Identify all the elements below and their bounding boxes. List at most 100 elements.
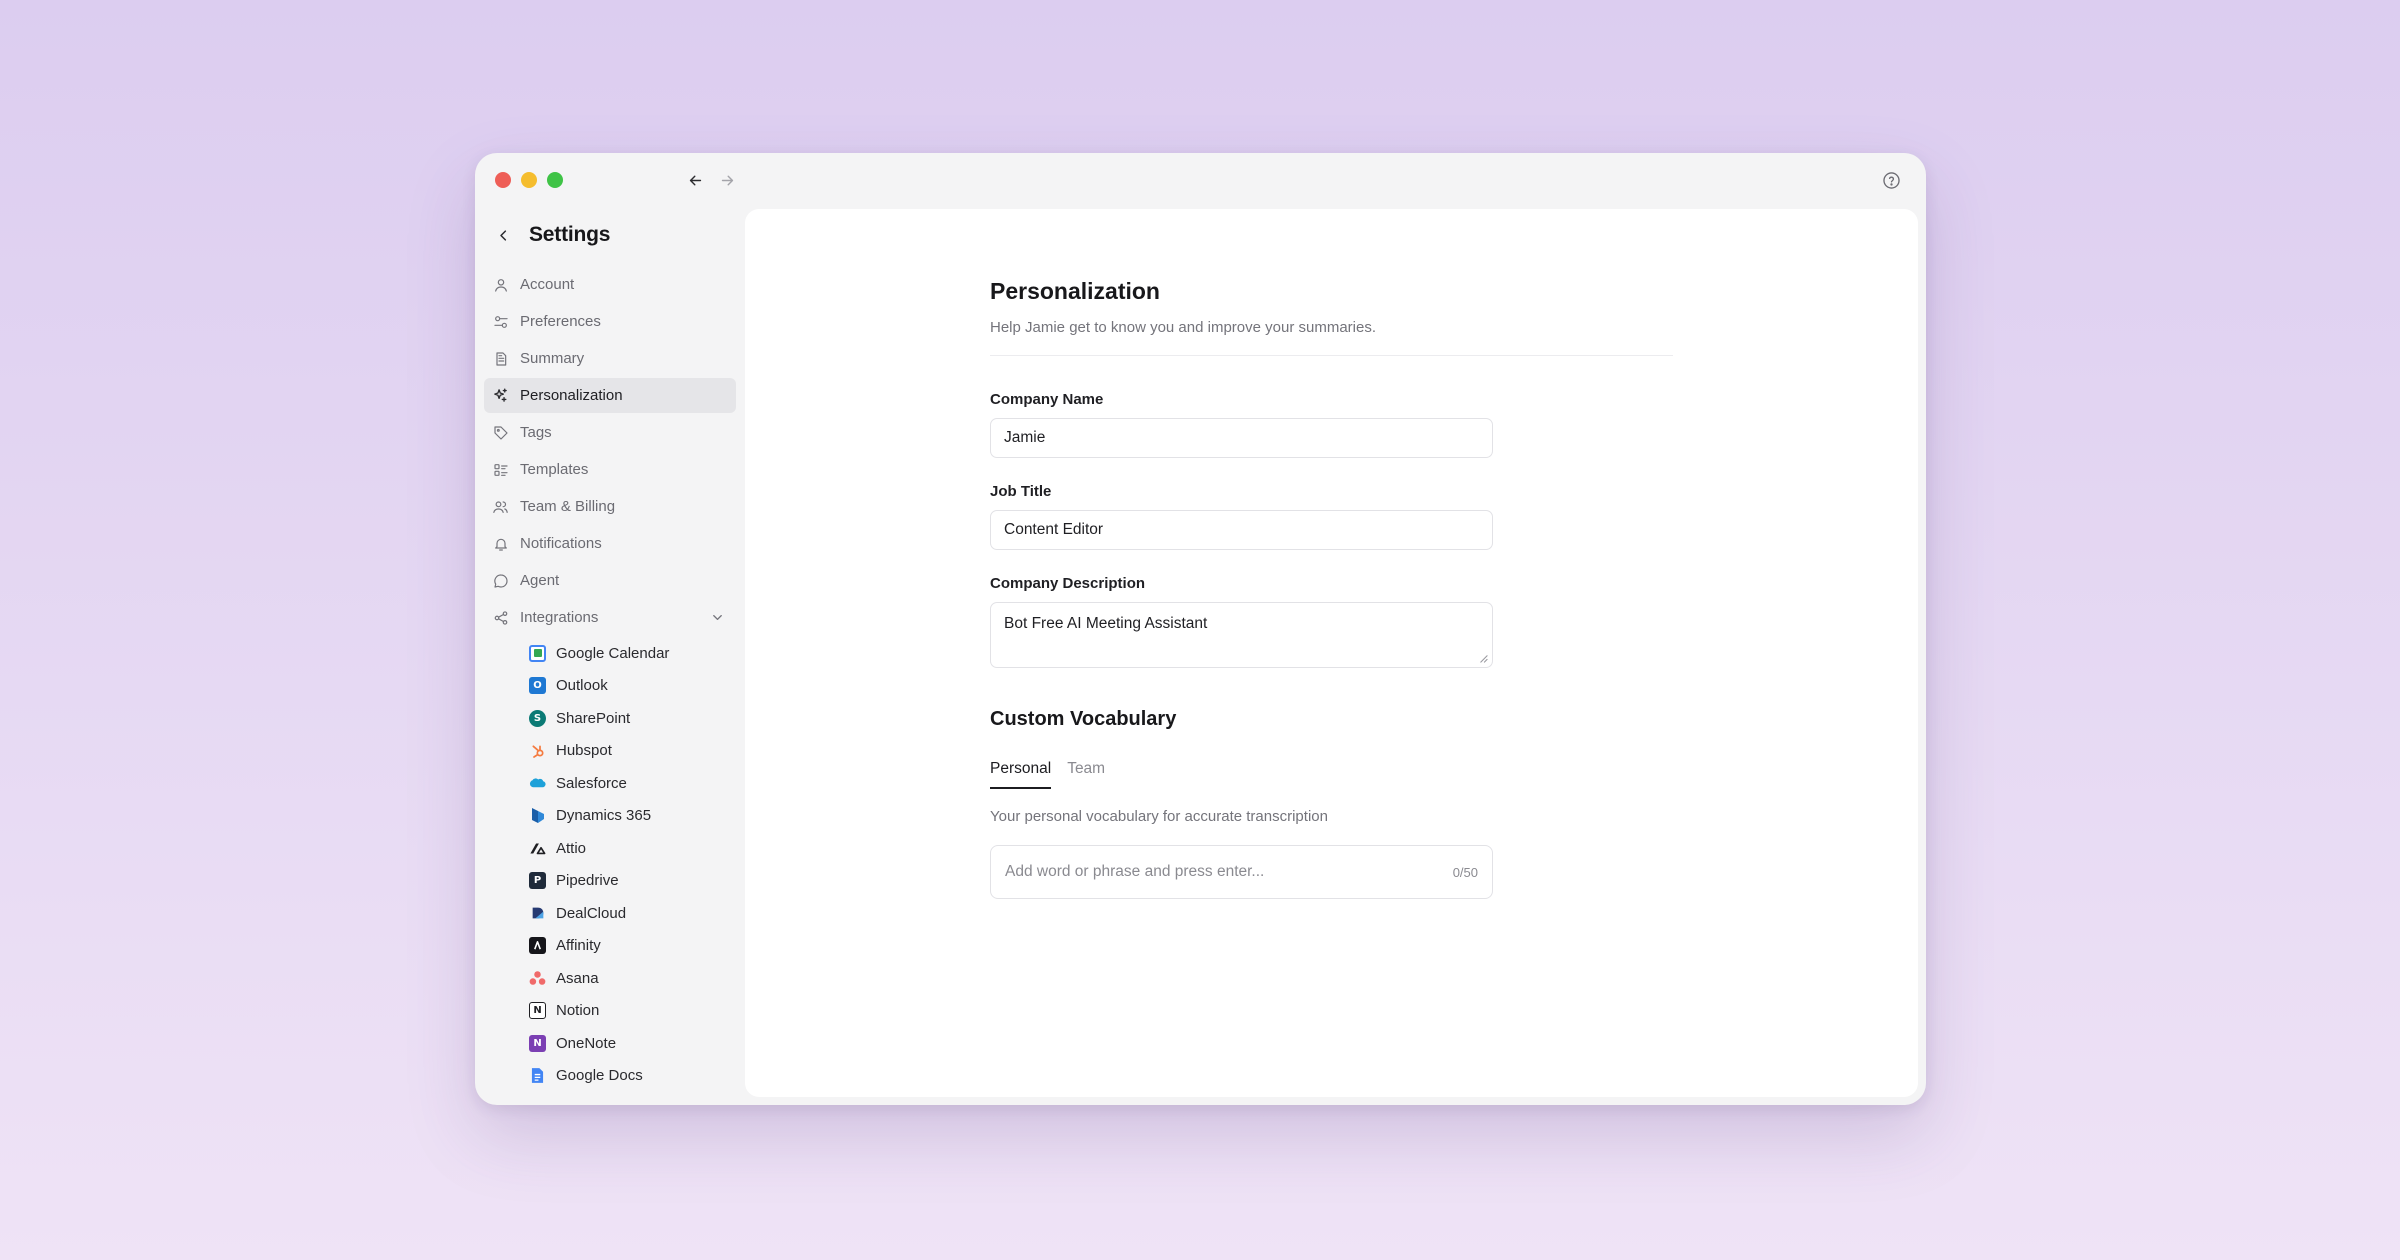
- integration-affinity[interactable]: Affinity: [529, 930, 736, 963]
- sparkles-icon: [492, 387, 509, 404]
- integrations-list: Google Calendar O Outlook S SharePoint H…: [484, 637, 736, 1092]
- arrow-right-icon: [721, 175, 733, 185]
- integration-dealcloud[interactable]: DealCloud: [529, 897, 736, 930]
- users-icon: [492, 498, 509, 515]
- company-description-textarea[interactable]: Bot Free AI Meeting Assistant: [990, 602, 1493, 668]
- vocabulary-description: Your personal vocabulary for accurate tr…: [990, 808, 1328, 825]
- job-title-group: Job Title Content Editor: [990, 483, 1673, 550]
- nav-item-label: Tags: [520, 424, 552, 441]
- integration-sharepoint[interactable]: S SharePoint: [529, 702, 736, 735]
- integration-asana[interactable]: Asana: [529, 962, 736, 995]
- integration-label: Dynamics 365: [556, 807, 652, 825]
- custom-vocabulary-title: Custom Vocabulary: [990, 708, 1177, 730]
- nav-item-agent[interactable]: Agent: [484, 563, 736, 598]
- document-icon: [492, 350, 509, 367]
- page-subtitle: Help Jamie get to know you and improve y…: [990, 319, 1377, 336]
- integration-label: Outlook: [556, 677, 608, 695]
- nav-item-label: Account: [520, 276, 575, 293]
- integration-label: Pipedrive: [556, 872, 619, 890]
- company-description-value: Bot Free AI Meeting Assistant: [1004, 615, 1208, 632]
- integration-label: SharePoint: [556, 709, 631, 727]
- vocabulary-count: 0/50: [1452, 864, 1478, 880]
- integration-label: Notion: [556, 1002, 600, 1020]
- google-docs-icon: [529, 1067, 546, 1084]
- arrow-left-icon: [689, 175, 701, 185]
- integration-salesforce[interactable]: Salesforce: [529, 767, 736, 800]
- integration-hubspot[interactable]: Hubspot: [529, 735, 736, 768]
- nav-item-label: Agent: [520, 572, 560, 589]
- settings-nav: Account Preferences Summary Personalizat…: [475, 267, 745, 1092]
- notion-icon: N: [529, 1002, 546, 1020]
- asana-icon: [529, 970, 546, 987]
- nav-item-summary[interactable]: Summary: [484, 341, 736, 376]
- integration-google-docs[interactable]: Google Docs: [529, 1060, 736, 1093]
- resize-grip-icon[interactable]: [1479, 654, 1488, 663]
- nav-item-label: Preferences: [520, 313, 601, 330]
- integration-outlook[interactable]: O Outlook: [529, 670, 736, 703]
- nav-item-preferences[interactable]: Preferences: [484, 304, 736, 339]
- maximize-window-button[interactable]: [547, 172, 563, 188]
- integration-label: Attio: [556, 839, 587, 857]
- integration-label: Salesforce: [556, 774, 627, 792]
- integration-google-calendar[interactable]: Google Calendar: [529, 637, 736, 670]
- integration-label: Google Calendar: [556, 644, 670, 662]
- nav-item-account[interactable]: Account: [484, 267, 736, 302]
- minimize-window-button[interactable]: [521, 172, 537, 188]
- help-button[interactable]: [1878, 167, 1904, 193]
- tab-personal[interactable]: Personal: [990, 760, 1052, 789]
- nav-item-notifications[interactable]: Notifications: [484, 526, 736, 561]
- job-title-input[interactable]: Content Editor: [990, 510, 1493, 550]
- settings-header: Settings: [475, 213, 745, 257]
- settings-sidebar: Settings Account Preferences Summary Per…: [475, 213, 745, 1105]
- integration-dynamics-365[interactable]: Dynamics 365: [529, 800, 736, 833]
- close-window-button[interactable]: [495, 172, 511, 188]
- nav-item-integrations[interactable]: Integrations: [484, 600, 736, 635]
- nav-item-personalization[interactable]: Personalization: [484, 378, 736, 413]
- integration-pipedrive[interactable]: P Pipedrive: [529, 865, 736, 898]
- settings-title: Settings: [529, 223, 611, 246]
- tag-icon: [492, 424, 509, 441]
- tab-team[interactable]: Team: [1067, 760, 1105, 789]
- page-title: Personalization: [990, 278, 1160, 304]
- nav-item-label: Integrations: [520, 609, 599, 626]
- integration-label: DealCloud: [556, 904, 627, 922]
- share-icon: [492, 609, 509, 626]
- sliders-icon: [492, 313, 509, 330]
- company-name-input[interactable]: Jamie: [990, 418, 1493, 458]
- vocabulary-tabs: Personal Team: [990, 760, 1673, 789]
- help-circle-icon: [1882, 171, 1900, 189]
- integration-onenote[interactable]: N OneNote: [529, 1027, 736, 1060]
- nav-item-label: Notifications: [520, 535, 602, 552]
- integration-label: Asana: [556, 969, 599, 987]
- nav-item-label: Summary: [520, 350, 585, 367]
- main-content: Personalization Help Jamie get to know y…: [745, 209, 1918, 1097]
- bell-icon: [492, 535, 509, 552]
- nav-item-team-billing[interactable]: Team & Billing: [484, 489, 736, 524]
- integration-label: OneNote: [556, 1034, 617, 1052]
- google-calendar-icon: [529, 644, 546, 662]
- dealcloud-icon: [529, 905, 546, 922]
- chat-bubble-icon: [492, 572, 509, 589]
- window-controls: [495, 172, 563, 188]
- section-divider: [990, 355, 1673, 356]
- history-back-button[interactable]: [681, 166, 709, 194]
- history-forward-button[interactable]: [713, 166, 741, 194]
- vocabulary-input[interactable]: Add word or phrase and press enter... 0/…: [990, 845, 1493, 899]
- settings-back-button[interactable]: [493, 225, 513, 245]
- integration-notion[interactable]: N Notion: [529, 995, 736, 1028]
- affinity-icon: [529, 937, 546, 955]
- dynamics-icon: [529, 807, 546, 824]
- nav-item-tags[interactable]: Tags: [484, 415, 736, 450]
- hubspot-icon: [529, 742, 546, 759]
- nav-item-label: Team & Billing: [520, 498, 616, 515]
- nav-item-label: Personalization: [520, 387, 623, 404]
- app-window: Settings Account Preferences Summary Per…: [475, 153, 1926, 1105]
- nav-item-templates[interactable]: Templates: [484, 452, 736, 487]
- chevron-down-icon[interactable]: [710, 610, 726, 626]
- chevron-left-icon: [499, 229, 506, 241]
- company-description-label: Company Description: [990, 575, 1146, 592]
- integration-attio[interactable]: Attio: [529, 832, 736, 865]
- salesforce-icon: [529, 775, 546, 792]
- list-icon: [492, 461, 509, 478]
- company-description-group: Company Description Bot Free AI Meeting …: [990, 575, 1673, 668]
